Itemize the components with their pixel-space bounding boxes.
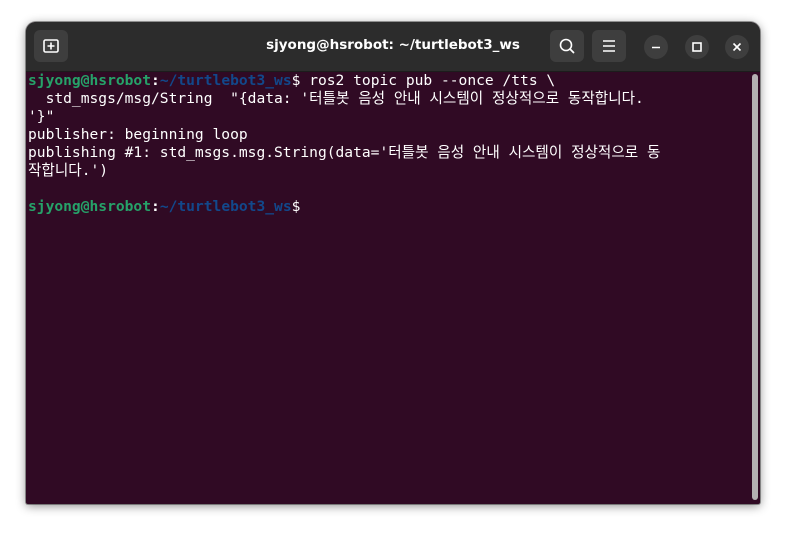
- prompt-user: sjyong@hsrobot: [28, 198, 152, 215]
- search-button[interactable]: [550, 30, 584, 62]
- output-line-2: publishing #1: std_msgs.msg.String(data=…: [28, 144, 661, 161]
- output-line-3: 작합니다.'): [28, 162, 109, 179]
- prompt-colon: :: [151, 72, 160, 89]
- prompt-line-2: sjyong@hsrobot:~/turtlebot3_ws$: [28, 198, 300, 216]
- command-text-3: '}": [28, 108, 55, 125]
- search-icon: [559, 38, 575, 54]
- terminal-window: sjyong@hsrobot: ~/turtlebot3_ws sjyong@h…: [26, 22, 760, 504]
- prompt-user: sjyong@hsrobot: [28, 72, 152, 89]
- minimize-button[interactable]: [644, 35, 668, 59]
- prompt-path: ~/turtlebot3_ws: [159, 198, 292, 215]
- scrollbar[interactable]: [752, 74, 758, 500]
- terminal-output[interactable]: sjyong@hsrobot:~/turtlebot3_ws$ ros2 top…: [26, 72, 748, 504]
- titlebar[interactable]: sjyong@hsrobot: ~/turtlebot3_ws: [26, 22, 760, 72]
- command-text-1: ros2 topic pub --once /tts \: [300, 72, 556, 89]
- close-button[interactable]: [725, 35, 749, 59]
- prompt-colon: :: [151, 198, 160, 215]
- hamburger-menu-icon: [603, 40, 615, 52]
- prompt-path: ~/turtlebot3_ws: [159, 72, 292, 89]
- prompt-dollar: $: [291, 198, 301, 215]
- maximize-button[interactable]: [685, 35, 709, 59]
- output-line-1: publisher: beginning loop: [28, 126, 248, 143]
- minimize-icon: [652, 46, 660, 49]
- prompt-line: sjyong@hsrobot:~/turtlebot3_ws$ ros2 top…: [28, 72, 555, 90]
- new-tab-button[interactable]: [34, 30, 68, 62]
- maximize-icon: [692, 42, 702, 52]
- close-icon: [732, 42, 742, 52]
- command-text-2: std_msgs/msg/String "{data: '터틀봇 음성 안내 시…: [28, 90, 644, 107]
- new-tab-icon: [43, 39, 59, 53]
- menu-button[interactable]: [592, 30, 626, 62]
